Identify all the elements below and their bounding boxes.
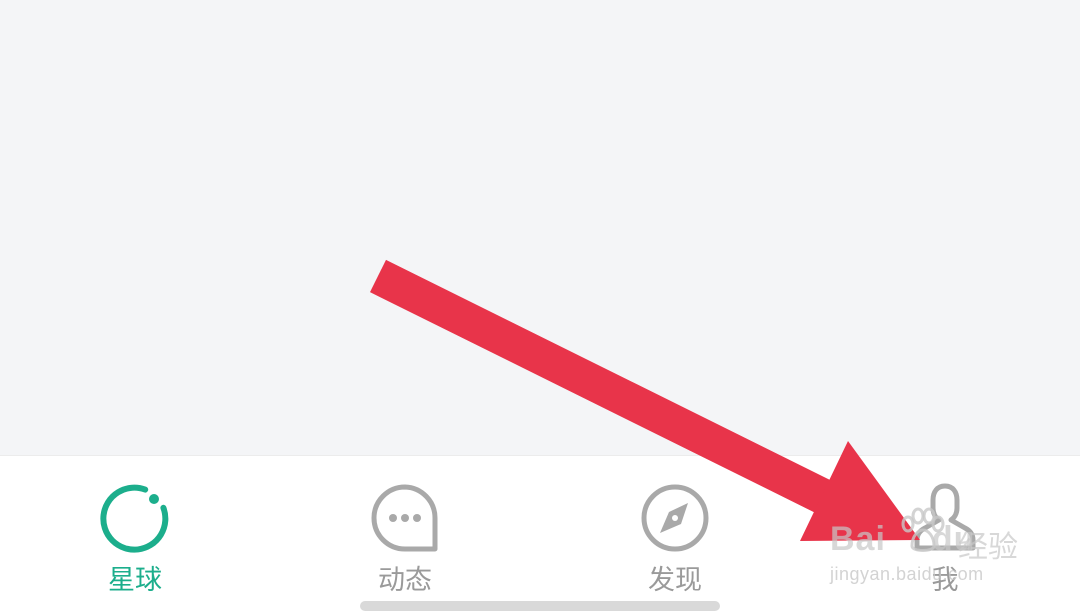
planet-icon — [97, 480, 173, 556]
tab-discover-label: 发现 — [648, 565, 702, 596]
tab-me-label: 我 — [931, 565, 959, 596]
tab-me[interactable]: 我 — [810, 456, 1080, 611]
tab-activity[interactable]: 动态 — [270, 456, 540, 611]
person-icon — [907, 480, 983, 556]
home-indicator[interactable] — [360, 601, 720, 611]
compass-icon — [637, 480, 713, 556]
bottom-tab-bar: 星球 动态 发现 我 — [0, 455, 1080, 611]
content-area — [0, 0, 1080, 455]
tab-activity-label: 动态 — [378, 565, 432, 596]
tab-discover[interactable]: 发现 — [540, 456, 810, 611]
chat-bubble-icon — [367, 480, 443, 556]
tab-planet-label: 星球 — [108, 565, 162, 596]
app-screen: 星球 动态 发现 我 Bai du 经验 jingyan.baidu.com — [0, 0, 1080, 611]
tab-planet[interactable]: 星球 — [0, 456, 270, 611]
